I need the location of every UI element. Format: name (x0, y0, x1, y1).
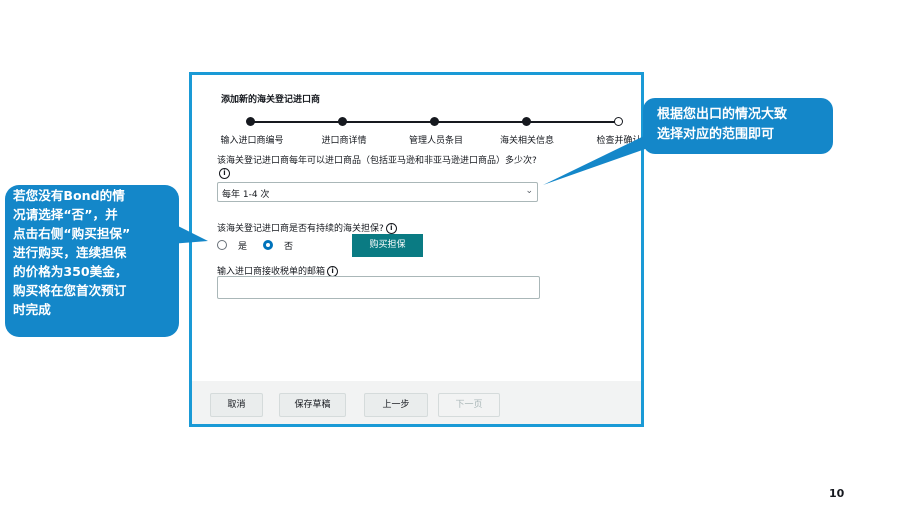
form-title: 添加新的海关登记进口商 (221, 95, 321, 105)
cancel-button[interactable]: 取消 (210, 393, 263, 417)
bond-question: 该海关登记进口商是否有持续的海关担保? i (217, 221, 397, 234)
step-label-5: 检查并确认 (596, 136, 642, 146)
bond-radio-no[interactable] (263, 240, 273, 250)
bond-question-label: 该海关登记进口商是否有持续的海关担保? (217, 224, 384, 234)
callout-line: 的价格为350美金， (13, 264, 128, 279)
callout-line: 点击右侧“购买担保” (13, 226, 131, 241)
step-label-1: 输入进口商编号 (220, 136, 284, 146)
next-button[interactable]: 下一页 (438, 393, 500, 417)
import-frequency-select[interactable]: 每年 1-4 次 ⌄ (217, 182, 538, 202)
frequency-hint-callout: 根据您出口的情况大致 选择对应的范围即可 (643, 98, 833, 154)
page-number: 10 (829, 487, 845, 500)
import-frequency-label: 该海关登记进口商每年可以进口商品（包括亚马逊和非亚马逊进口商品）多少次? (217, 156, 537, 166)
step-dot-1 (246, 117, 255, 126)
callout-line: 选择对应的范围即可 (657, 127, 775, 142)
progress-stepper: 输入进口商编号 进口商详情 管理人员条目 海关相关信息 检查并确认 (192, 115, 642, 146)
bond-radio-yes[interactable] (217, 240, 227, 250)
info-icon[interactable]: i (385, 223, 397, 234)
callout-line: 根据您出口的情况大致 (657, 107, 788, 122)
step-label-3: 管理人员条目 (408, 136, 464, 146)
callout-line: 购买将在您首次预订 (13, 283, 127, 298)
bond-radio-no-label: 否 (284, 242, 294, 252)
step-dot-5 (614, 117, 623, 126)
import-form-window: 添加新的海关登记进口商 输入进口商编号 进口商详情 管理人员条目 海关相关信息 … (189, 72, 644, 427)
callout-line: 进行购买，连续担保 (13, 245, 127, 260)
callout-line: 时完成 (13, 302, 51, 317)
info-icon[interactable]: i (219, 168, 230, 179)
bond-hint-callout: 若您没有Bond的情 况请选择“否”，并 点击右侧“购买担保” 进行购买，连续担… (5, 185, 179, 337)
callout-line: 况请选择“否”，并 (13, 207, 118, 222)
previous-button[interactable]: 上一步 (364, 393, 428, 417)
save-draft-button[interactable]: 保存草稿 (279, 393, 346, 417)
import-frequency-value: 每年 1-4 次 (222, 190, 270, 200)
step-label-4: 海关相关信息 (499, 136, 555, 146)
step-dot-2 (338, 117, 347, 126)
step-dot-4 (522, 117, 531, 126)
chevron-down-icon: ⌄ (525, 186, 533, 196)
email-input[interactable] (217, 276, 540, 299)
import-frequency-question: 该海关登记进口商每年可以进口商品（包括亚马逊和非亚马逊进口商品）多少次? i (217, 155, 547, 181)
form-footer: 取消 保存草稿 上一步 下一页 (192, 381, 641, 424)
callout-line: 若您没有Bond的情 (13, 188, 125, 203)
step-label-2: 进口商详情 (321, 136, 367, 146)
bond-radio-yes-label: 是 (238, 242, 248, 252)
step-dot-3 (430, 117, 439, 126)
buy-bond-button[interactable]: 购买担保 (352, 234, 423, 257)
